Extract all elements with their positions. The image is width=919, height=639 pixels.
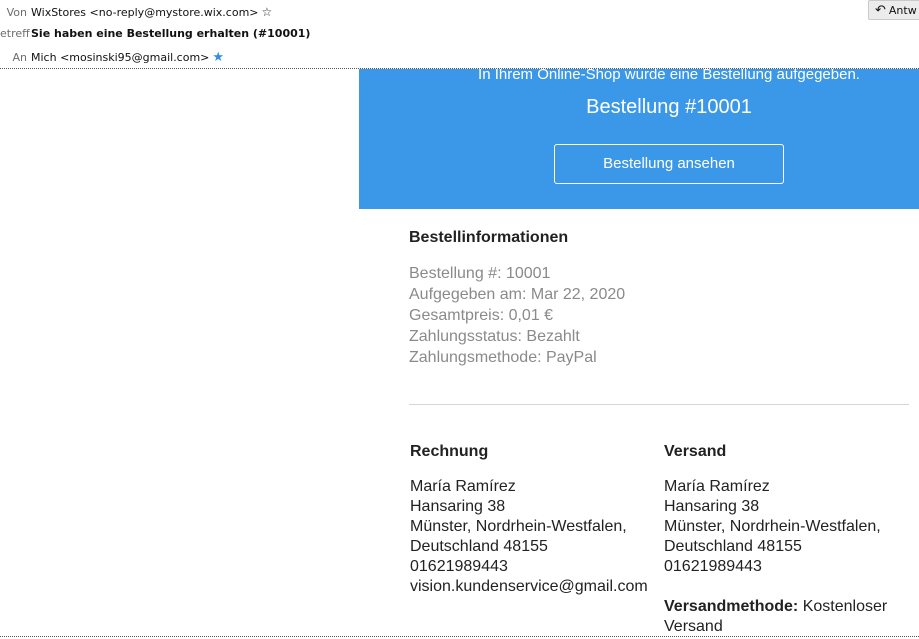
billing-name: María Ramírez: [410, 478, 516, 495]
shipping-method: Versandmethode: Kostenloser Versand: [664, 597, 887, 637]
subject-text: Sie haben eine Bestellung erhalten (#100…: [31, 27, 311, 40]
billing-email[interactable]: vision.kundenservice@gmail.com: [410, 577, 648, 597]
shipping-street: Hansaring 38: [664, 498, 760, 515]
view-order-button[interactable]: Bestellung ansehen: [554, 144, 784, 184]
billing-title: Rechnung: [410, 443, 489, 460]
email-header: Von WixStores <no-reply@mystore.wix.com> ☆…: [0, 0, 919, 69]
banner-order-title: Bestellung #10001: [586, 96, 752, 118]
order-date-line: Aufgegeben am: Mar 22, 2020: [409, 286, 626, 303]
billing-city: Münster, Nordrhein-Westfalen,: [410, 518, 627, 535]
reply-arrow-icon: ↶: [875, 3, 886, 18]
to-row: An Mich <mosinski95@gmail.com> ★: [0, 48, 225, 68]
shipping-country: Deutschland 48155: [664, 538, 802, 555]
reply-button[interactable]: ↶ Antw: [868, 0, 919, 20]
order-info-title: Bestellinformationen: [409, 229, 569, 246]
section-divider: [409, 404, 909, 405]
shipping-title: Versand: [664, 443, 727, 460]
shipping-address: María Ramírez Hansaring 38 Münster, Nord…: [664, 477, 881, 577]
bottom-divider: [0, 636, 919, 637]
reply-label: Antw: [888, 4, 917, 17]
billing-street: Hansaring 38: [410, 498, 506, 515]
shipping-method-value-cont: Versand: [664, 618, 723, 635]
payment-status-line: Zahlungsstatus: Bezahlt: [409, 328, 580, 345]
shipping-name: María Ramírez: [664, 478, 770, 495]
to-address[interactable]: Mich <mosinski95@gmail.com>: [31, 51, 209, 64]
payment-method-line: Zahlungsmethode: PayPal: [409, 349, 597, 366]
billing-phone: 01621989443: [410, 558, 508, 575]
banner-intro-text: In Ihrem Online-Shop wurde eine Bestellu…: [478, 69, 860, 83]
from-address[interactable]: WixStores <no-reply@mystore.wix.com>: [31, 6, 259, 19]
order-total-line: Gesamtpreis: 0,01 €: [409, 307, 554, 324]
subject-label: etreff: [0, 27, 30, 40]
star-outline-icon[interactable]: ☆: [262, 5, 273, 19]
shipping-phone: 01621989443: [664, 558, 762, 575]
shipping-method-value: Kostenloser: [798, 598, 888, 615]
from-row: Von WixStores <no-reply@mystore.wix.com> ☆: [0, 2, 273, 22]
star-filled-icon[interactable]: ★: [212, 50, 224, 65]
order-number-line: Bestellung #: 10001: [409, 265, 551, 282]
billing-country: Deutschland 48155: [410, 538, 548, 555]
shipping-city: Münster, Nordrhein-Westfalen,: [664, 518, 881, 535]
shipping-method-label: Versandmethode:: [664, 598, 799, 615]
order-banner: In Ihrem Online-Shop wurde eine Bestellu…: [359, 69, 919, 209]
to-label: An: [12, 51, 28, 64]
subject-row: etreffSie haben eine Bestellung erhalten…: [0, 24, 310, 44]
from-label: Von: [6, 6, 27, 19]
billing-address: María Ramírez Hansaring 38 Münster, Nord…: [410, 477, 648, 597]
order-info-list: Bestellung #: 10001 Aufgegeben am: Mar 2…: [409, 263, 625, 368]
